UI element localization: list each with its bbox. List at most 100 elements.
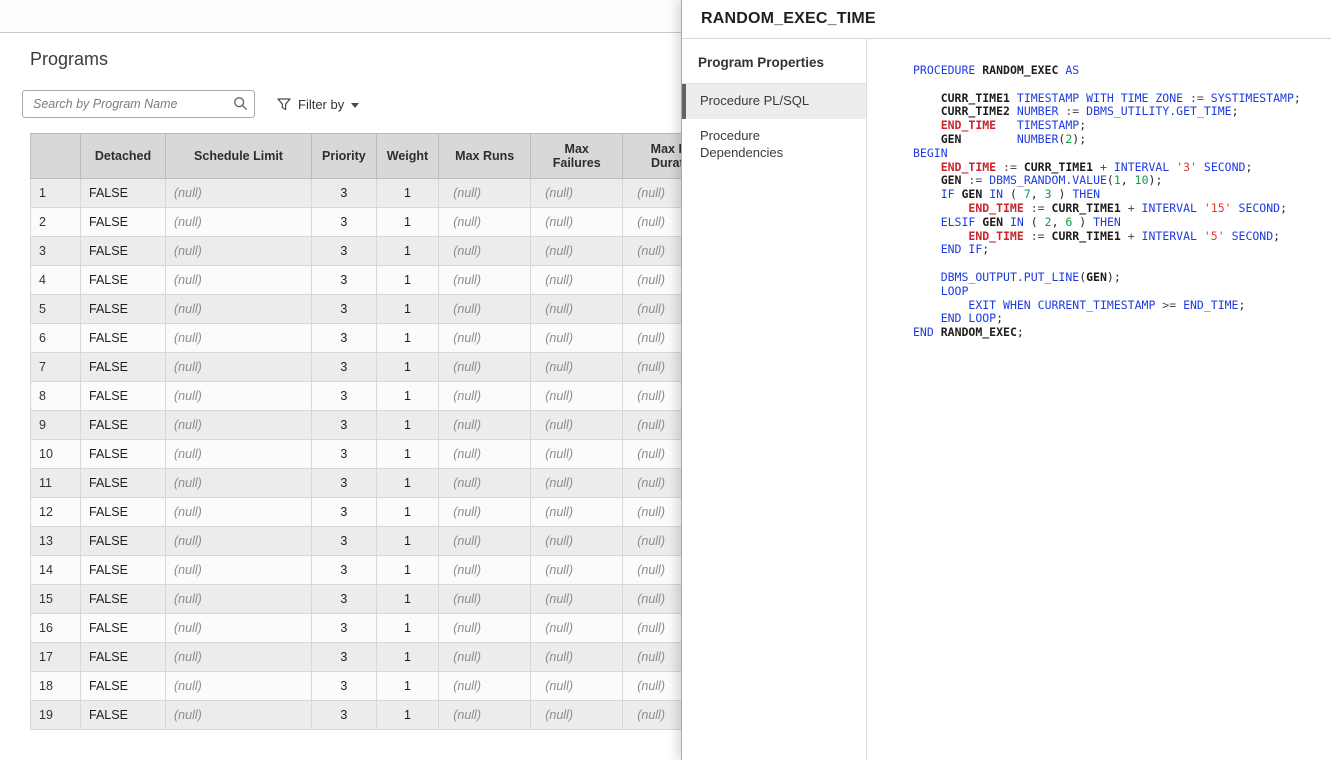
table-row[interactable]: 10FALSE(null)31(null)(null)(null) <box>31 440 731 469</box>
cell-row-number: 15 <box>31 585 81 614</box>
cell-max-failures: (null) <box>531 527 623 556</box>
cell-weight: 1 <box>376 440 438 469</box>
column-header-detached[interactable]: Detached <box>81 134 166 179</box>
cell-max-failures: (null) <box>531 672 623 701</box>
cell-detached: FALSE <box>81 411 166 440</box>
table-row[interactable]: 5FALSE(null)31(null)(null)(null) <box>31 295 731 324</box>
table-row[interactable]: 14FALSE(null)31(null)(null)(null) <box>31 556 731 585</box>
table-row[interactable]: 16FALSE(null)31(null)(null)(null) <box>31 614 731 643</box>
column-header-rownum[interactable] <box>31 134 81 179</box>
table-row[interactable]: 9FALSE(null)31(null)(null)(null) <box>31 411 731 440</box>
programs-table: DetachedSchedule LimitPriorityWeightMax … <box>30 133 731 730</box>
plsql-code-viewer[interactable]: PROCEDURE RANDOM_EXEC AS CURR_TIME1 TIME… <box>867 39 1331 760</box>
column-header-max-failures[interactable]: Max Failures <box>531 134 623 179</box>
cell-schedule-limit: (null) <box>166 527 312 556</box>
cell-weight: 1 <box>376 324 438 353</box>
chevron-down-icon <box>351 103 359 108</box>
table-row[interactable]: 3FALSE(null)31(null)(null)(null) <box>31 237 731 266</box>
cell-weight: 1 <box>376 411 438 440</box>
table-row[interactable]: 18FALSE(null)31(null)(null)(null) <box>31 672 731 701</box>
cell-max-failures: (null) <box>531 208 623 237</box>
cell-schedule-limit: (null) <box>166 643 312 672</box>
cell-schedule-limit: (null) <box>166 498 312 527</box>
filter-by-button[interactable]: Filter by <box>277 97 359 112</box>
search-input[interactable] <box>22 90 255 118</box>
cell-max-failures: (null) <box>531 701 623 730</box>
cell-weight: 1 <box>376 237 438 266</box>
code-line <box>913 78 1323 92</box>
table-row[interactable]: 4FALSE(null)31(null)(null)(null) <box>31 266 731 295</box>
code-line: LOOP <box>913 285 1323 299</box>
cell-priority: 3 <box>312 469 377 498</box>
cell-max-runs: (null) <box>439 353 531 382</box>
cell-max-failures: (null) <box>531 382 623 411</box>
table-row[interactable]: 19FALSE(null)31(null)(null)(null) <box>31 701 731 730</box>
code-line: END IF; <box>913 243 1323 257</box>
cell-max-runs: (null) <box>439 440 531 469</box>
cell-max-runs: (null) <box>439 324 531 353</box>
cell-max-failures: (null) <box>531 179 623 208</box>
cell-row-number: 6 <box>31 324 81 353</box>
table-row[interactable]: 8FALSE(null)31(null)(null)(null) <box>31 382 731 411</box>
cell-weight: 1 <box>376 556 438 585</box>
cell-max-failures: (null) <box>531 411 623 440</box>
column-header-schedule-limit[interactable]: Schedule Limit <box>166 134 312 179</box>
table-row[interactable]: 7FALSE(null)31(null)(null)(null) <box>31 353 731 382</box>
cell-max-runs: (null) <box>439 614 531 643</box>
cell-schedule-limit: (null) <box>166 208 312 237</box>
cell-weight: 1 <box>376 208 438 237</box>
subnav-item-procedure-dependencies[interactable]: Procedure Dependencies <box>682 119 866 171</box>
cell-weight: 1 <box>376 469 438 498</box>
cell-schedule-limit: (null) <box>166 701 312 730</box>
search-icon[interactable] <box>233 96 248 111</box>
cell-max-runs: (null) <box>439 701 531 730</box>
code-line: ELSIF GEN IN ( 2, 6 ) THEN <box>913 216 1323 230</box>
table-row[interactable]: 13FALSE(null)31(null)(null)(null) <box>31 527 731 556</box>
table-row[interactable]: 15FALSE(null)31(null)(null)(null) <box>31 585 731 614</box>
cell-weight: 1 <box>376 643 438 672</box>
column-header-max-runs[interactable]: Max Runs <box>439 134 531 179</box>
cell-detached: FALSE <box>81 585 166 614</box>
cell-weight: 1 <box>376 266 438 295</box>
table-row[interactable]: 17FALSE(null)31(null)(null)(null) <box>31 643 731 672</box>
cell-detached: FALSE <box>81 208 166 237</box>
cell-detached: FALSE <box>81 353 166 382</box>
cell-row-number: 8 <box>31 382 81 411</box>
code-line: END LOOP; <box>913 312 1323 326</box>
cell-weight: 1 <box>376 701 438 730</box>
cell-schedule-limit: (null) <box>166 324 312 353</box>
cell-max-runs: (null) <box>439 643 531 672</box>
cell-priority: 3 <box>312 353 377 382</box>
cell-max-runs: (null) <box>439 527 531 556</box>
cell-priority: 3 <box>312 585 377 614</box>
cell-priority: 3 <box>312 527 377 556</box>
table-row[interactable]: 12FALSE(null)31(null)(null)(null) <box>31 498 731 527</box>
cell-detached: FALSE <box>81 266 166 295</box>
cell-schedule-limit: (null) <box>166 411 312 440</box>
cell-schedule-limit: (null) <box>166 440 312 469</box>
cell-row-number: 5 <box>31 295 81 324</box>
table-row[interactable]: 6FALSE(null)31(null)(null)(null) <box>31 324 731 353</box>
cell-row-number: 11 <box>31 469 81 498</box>
cell-schedule-limit: (null) <box>166 266 312 295</box>
cell-weight: 1 <box>376 382 438 411</box>
cell-weight: 1 <box>376 614 438 643</box>
table-row[interactable]: 1FALSE(null)31(null)(null)(null) <box>31 179 731 208</box>
column-header-priority[interactable]: Priority <box>312 134 377 179</box>
cell-max-runs: (null) <box>439 556 531 585</box>
subnav-header: Program Properties <box>682 53 866 84</box>
code-line: EXIT WHEN CURRENT_TIMESTAMP >= END_TIME; <box>913 299 1323 313</box>
table-row[interactable]: 2FALSE(null)31(null)(null)(null) <box>31 208 731 237</box>
cell-max-runs: (null) <box>439 266 531 295</box>
cell-detached: FALSE <box>81 179 166 208</box>
code-line: DBMS_OUTPUT.PUT_LINE(GEN); <box>913 271 1323 285</box>
table-row[interactable]: 11FALSE(null)31(null)(null)(null) <box>31 469 731 498</box>
cell-max-runs: (null) <box>439 585 531 614</box>
column-header-weight[interactable]: Weight <box>376 134 438 179</box>
cell-priority: 3 <box>312 614 377 643</box>
cell-detached: FALSE <box>81 643 166 672</box>
cell-schedule-limit: (null) <box>166 295 312 324</box>
cell-row-number: 16 <box>31 614 81 643</box>
subnav-item-procedure-pl-sql[interactable]: Procedure PL/SQL <box>682 84 866 119</box>
cell-max-runs: (null) <box>439 237 531 266</box>
